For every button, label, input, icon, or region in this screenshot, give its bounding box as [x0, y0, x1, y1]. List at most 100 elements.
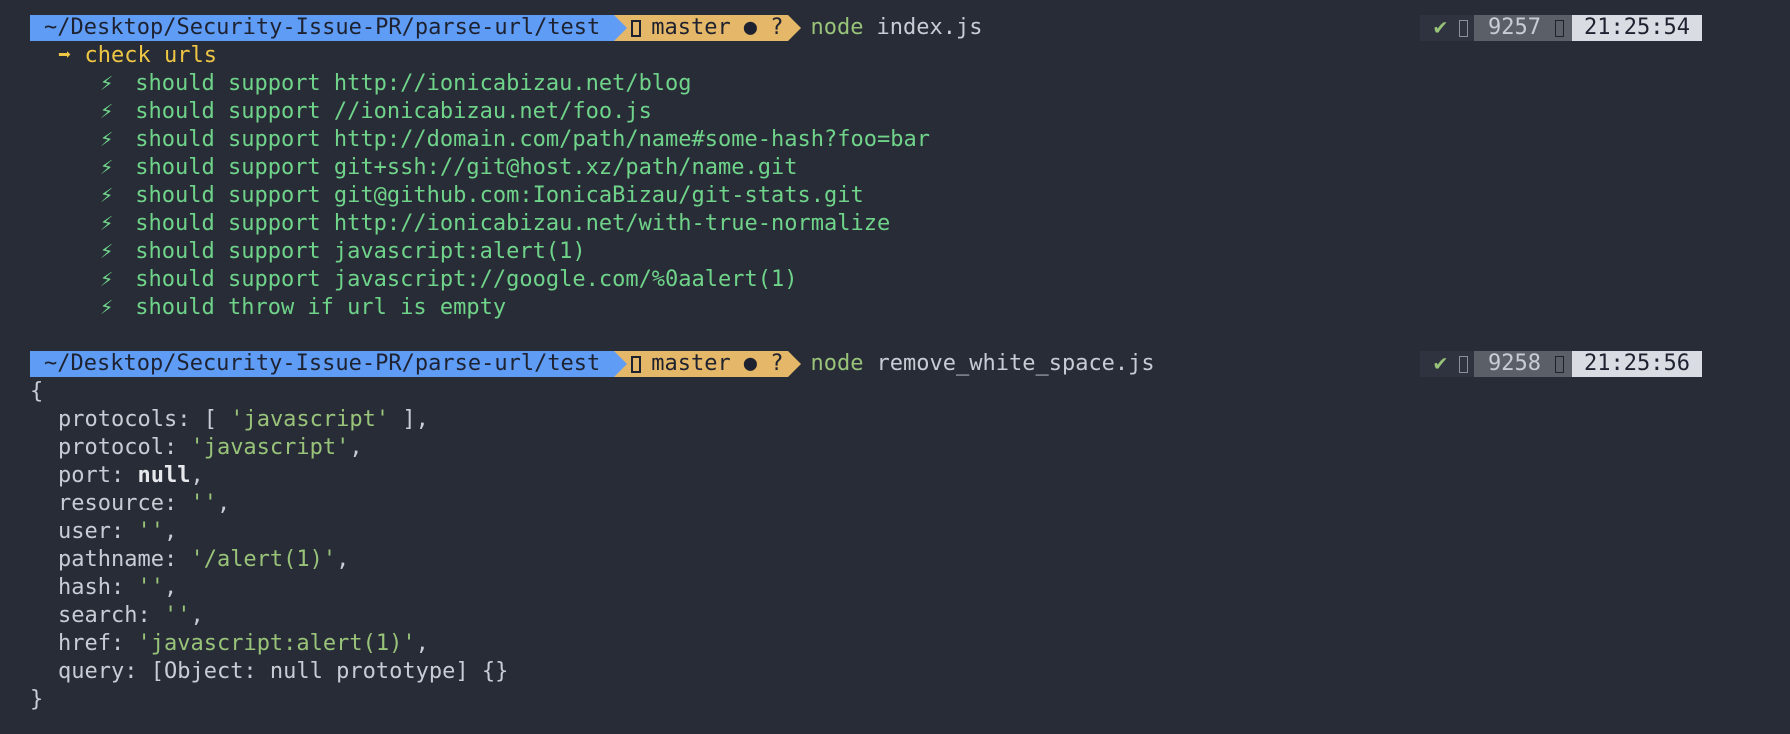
- comma: ,: [349, 435, 363, 460]
- powerline-separator-icon: [787, 351, 801, 377]
- prompt-line: ~/Desktop/Security-Issue-PR/parse-url/te…: [30, 350, 1760, 378]
- string-value: '': [163, 603, 191, 628]
- test-label: should support javascript:alert(1): [135, 239, 586, 264]
- output-open-brace: {: [30, 379, 44, 404]
- object-value: [Object: null prototype] {}: [150, 659, 509, 684]
- output-pathname: pathname: '/alert(1)',: [30, 546, 1760, 574]
- object-key: port:: [58, 463, 138, 488]
- object-key: user:: [58, 519, 138, 544]
- string-value: '': [190, 491, 217, 516]
- bolt-icon: ⚡: [100, 155, 114, 180]
- object-key: hash:: [58, 575, 138, 600]
- git-branch: master: [651, 351, 731, 376]
- exit-status: ✔: [1419, 351, 1475, 377]
- test-label: should support http://ionicabizau.net/wi…: [135, 211, 891, 236]
- exit-status: ✔: [1419, 15, 1475, 41]
- bolt-icon: ⚡: [100, 295, 114, 320]
- output-hash: hash: '',: [30, 574, 1760, 602]
- git-segment: master ● ?: [627, 15, 788, 41]
- output-close-brace: }: [30, 687, 44, 712]
- bolt-icon: ⚡: [100, 239, 114, 264]
- powerline-separator-icon: [614, 15, 628, 41]
- string-value: 'javascript:alert(1)': [137, 631, 416, 656]
- right-prompt: ✔ 9257 21:25:54: [1419, 15, 1702, 41]
- test-label: should support javascript://google.com/%…: [135, 267, 798, 292]
- pid-value: 9258: [1488, 351, 1542, 376]
- string-value: 'javascript': [230, 407, 390, 432]
- prompt-path: ~/Desktop/Security-Issue-PR/parse-url/te…: [30, 351, 615, 377]
- powerline-separator-icon: [1555, 355, 1565, 373]
- git-status: ● ?: [743, 15, 784, 40]
- git-branch: master: [651, 15, 731, 40]
- git-status: ● ?: [743, 351, 784, 376]
- null-value: null: [137, 463, 191, 488]
- object-key: query:: [58, 659, 151, 684]
- bolt-icon: ⚡: [100, 211, 114, 236]
- test-result: ⚡ should support http://domain.com/path/n…: [30, 126, 1760, 154]
- comma: ,: [163, 519, 178, 544]
- test-result: ⚡ should support http://ionicabizau.net/b…: [30, 70, 1760, 98]
- suite-title-text: check urls: [84, 43, 217, 68]
- test-label: should support //ionicabizau.net/foo.js: [135, 99, 652, 124]
- prompt-time: 21:25:56: [1572, 351, 1702, 377]
- comma: ,: [190, 603, 204, 628]
- success-check-icon: ✔: [1433, 351, 1448, 376]
- job-pid: 9258: [1474, 351, 1573, 377]
- string-value: '/alert(1)': [190, 547, 337, 572]
- object-key: protocols:: [58, 407, 204, 432]
- job-pid: 9257: [1474, 15, 1573, 41]
- test-label: should support git+ssh://git@host.xz/pat…: [135, 155, 798, 180]
- object-key: search:: [58, 603, 164, 628]
- output-search: search: '',: [30, 602, 1760, 630]
- powerline-separator-icon: [614, 351, 628, 377]
- comma: ,: [163, 575, 178, 600]
- test-label: should support http://ionicabizau.net/bl…: [135, 71, 692, 96]
- command-argument: remove_white_space.js: [876, 351, 1155, 376]
- test-result: ⚡ should support javascript://google.com/…: [30, 266, 1760, 294]
- object-key: protocol:: [58, 435, 191, 460]
- bolt-icon: ⚡: [100, 267, 114, 292]
- powerline-separator-icon: [787, 15, 801, 41]
- prompt-line: ~/Desktop/Security-Issue-PR/parse-url/te…: [30, 14, 1760, 42]
- output-user: user: '',: [30, 518, 1760, 546]
- terminal[interactable]: ~/Desktop/Security-Issue-PR/parse-url/te…: [30, 14, 1760, 714]
- bolt-icon: ⚡: [100, 183, 114, 208]
- git-segment: master ● ?: [627, 351, 788, 377]
- test-result: ⚡ should support //ionicabizau.net/foo.js: [30, 98, 1760, 126]
- comma: ,: [190, 463, 204, 488]
- test-result: ⚡ should support git@github.com:IonicaBiz…: [30, 182, 1760, 210]
- output-resource: resource: '',: [30, 490, 1760, 518]
- output-port: port: null,: [30, 462, 1760, 490]
- test-label: should support git@github.com:IonicaBiza…: [135, 183, 864, 208]
- array-bracket: [: [203, 407, 231, 432]
- bolt-icon: ⚡: [100, 71, 114, 96]
- success-check-icon: ✔: [1433, 15, 1448, 40]
- prompt-time: 21:25:54: [1572, 15, 1702, 41]
- comma: ,: [216, 491, 231, 516]
- test-label: should support http://domain.com/path/na…: [135, 127, 930, 152]
- output-protocols: protocols: [ 'javascript' ],: [30, 406, 1760, 434]
- output-query: query: [Object: null prototype] {}: [30, 658, 1760, 686]
- object-key: pathname:: [58, 547, 191, 572]
- object-key: href:: [58, 631, 138, 656]
- output-href: href: 'javascript:alert(1)',: [30, 630, 1760, 658]
- pid-value: 9257: [1488, 15, 1542, 40]
- command-argument: index.js: [876, 15, 983, 40]
- bolt-icon: ⚡: [100, 127, 114, 152]
- bolt-icon: ⚡: [100, 99, 114, 124]
- git-branch-icon: [631, 19, 642, 37]
- object-key: resource:: [58, 491, 191, 516]
- comma: ,: [336, 547, 350, 572]
- prompt-path: ~/Desktop/Security-Issue-PR/parse-url/te…: [30, 15, 615, 41]
- test-result: ⚡ should support http://ionicabizau.net/w…: [30, 210, 1760, 238]
- test-result: ⚡ should throw if url is empty: [30, 294, 1760, 322]
- string-value: '': [137, 519, 164, 544]
- output-protocol: protocol: 'javascript',: [30, 434, 1760, 462]
- powerline-separator-icon: [1459, 355, 1469, 373]
- test-label: should throw if url is empty: [135, 295, 507, 320]
- test-result: ⚡ should support javascript:alert(1): [30, 238, 1760, 266]
- string-value: 'javascript': [190, 435, 350, 460]
- right-prompt: ✔ 9258 21:25:56: [1419, 351, 1702, 377]
- git-branch-icon: [631, 355, 642, 373]
